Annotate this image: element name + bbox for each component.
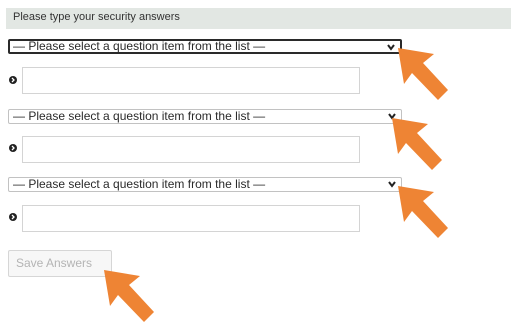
cursor-arrow-icon <box>104 270 154 322</box>
security-question-select-1[interactable]: — Please select a question item from the… <box>8 39 402 54</box>
security-question-select-2[interactable]: — Please select a question item from the… <box>8 109 402 124</box>
circle-chevron-right-icon <box>9 213 17 221</box>
circle-chevron-right-icon <box>9 76 17 84</box>
circle-chevron-right-icon <box>9 144 17 152</box>
cursor-arrow-icon <box>398 48 448 100</box>
security-answer-input-2[interactable] <box>22 136 360 163</box>
cursor-arrow-icon <box>392 118 442 170</box>
save-answers-button[interactable]: Save Answers <box>8 250 112 277</box>
chevron-down-icon <box>388 181 396 188</box>
cursor-arrow-icon <box>398 186 448 238</box>
security-answer-input-1[interactable] <box>22 67 360 94</box>
chevron-down-icon <box>387 44 395 51</box>
instructions-text: Please type your security answers <box>13 11 180 23</box>
select-value: — Please select a question item from the… <box>13 109 266 123</box>
save-answers-label: Save Answers <box>15 256 93 270</box>
select-value: — Please select a question item from the… <box>13 177 266 191</box>
security-question-select-3[interactable]: — Please select a question item from the… <box>8 177 402 192</box>
select-value: — Please select a question item from the… <box>13 39 266 53</box>
security-answer-input-3[interactable] <box>22 205 360 232</box>
instructions-header: Please type your security answers <box>6 8 511 29</box>
